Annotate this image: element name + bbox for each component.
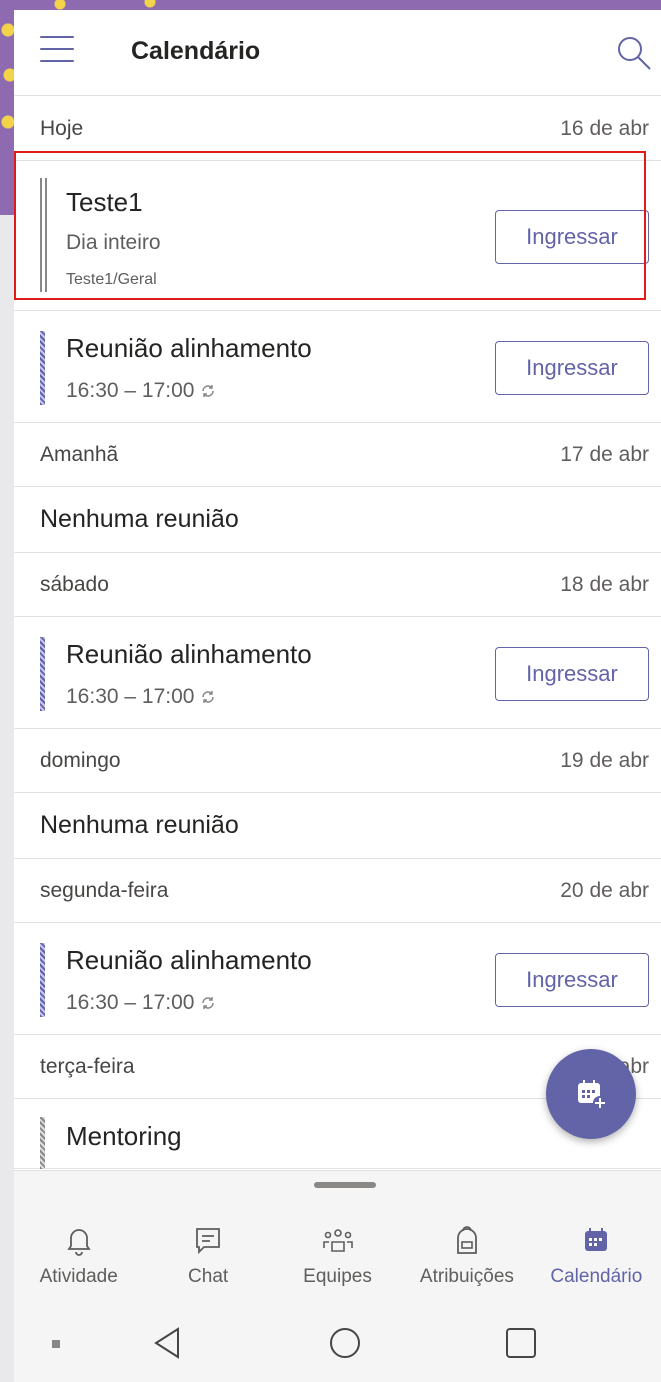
event-item-teste1[interactable]: Teste1 Dia inteiro Teste1/Geral Ingressa…	[14, 161, 661, 311]
recurring-icon	[202, 691, 215, 703]
day-date: 16 de abr	[560, 116, 649, 140]
day-date: 19 de abr	[560, 748, 649, 772]
teams-app-window: Calendário Hoje 16 de abr Teste1 Dia int…	[14, 10, 661, 1382]
home-icon[interactable]	[328, 1326, 362, 1360]
event-title: Teste1	[66, 187, 143, 217]
no-meeting-text: Nenhuma reunião	[14, 793, 661, 859]
page-title: Calendário	[131, 37, 261, 65]
join-button[interactable]: Ingressar	[495, 210, 649, 264]
day-label: domingo	[40, 748, 121, 772]
day-label: segunda-feira	[40, 878, 169, 902]
nav-item-chat[interactable]: Chat	[143, 1200, 272, 1304]
backpack-icon	[457, 1226, 477, 1254]
event-title: Reunião alinhamento	[66, 333, 312, 363]
day-date: 17 de abr	[560, 442, 649, 466]
event-color-bar	[40, 178, 47, 292]
day-label: sábado	[40, 572, 109, 596]
nav-label: Calendário	[550, 1266, 643, 1287]
nav-label: Chat	[188, 1266, 229, 1287]
event-color-bar	[40, 637, 45, 711]
chat-icon	[196, 1228, 221, 1255]
day-header-monday: segunda-feira 20 de abr	[14, 859, 661, 923]
event-time-text: 16:30 – 17:00	[66, 379, 195, 402]
day-label: terça-feira	[40, 1054, 135, 1078]
event-color-bar	[40, 943, 45, 1017]
event-duration: Dia inteiro	[66, 231, 161, 254]
event-channel: Teste1/Geral	[66, 271, 157, 288]
day-date: 20 de abr	[560, 878, 649, 902]
event-time-text: 16:30 – 17:00	[66, 685, 195, 708]
bottom-sheet-handle-area[interactable]	[14, 1170, 661, 1200]
join-button[interactable]: Ingressar	[495, 341, 649, 395]
day-header-sunday: domingo 19 de abr	[14, 729, 661, 793]
nav-item-teams[interactable]: Equipes	[273, 1200, 402, 1304]
event-time: 16:30 – 17:00	[66, 991, 216, 1015]
event-title: Mentoring	[66, 1121, 182, 1151]
recurring-icon	[202, 385, 215, 397]
back-icon[interactable]	[152, 1326, 184, 1360]
event-color-bar	[40, 331, 45, 405]
nav-item-assignments[interactable]: Atribuições	[402, 1200, 531, 1304]
event-time-text: 16:30 – 17:00	[66, 991, 195, 1014]
event-item-reuniao[interactable]: Reunião alinhamento 16:30 – 17:00 Ingres…	[14, 617, 661, 729]
event-color-bar	[40, 1117, 45, 1169]
day-label: Hoje	[40, 116, 84, 140]
event-item-reuniao[interactable]: Reunião alinhamento 16:30 – 17:00 Ingres…	[14, 311, 661, 423]
event-time: 16:30 – 17:00	[66, 685, 216, 709]
nav-label: Equipes	[303, 1266, 372, 1287]
nav-item-activity[interactable]: Atividade	[14, 1200, 143, 1304]
search-icon[interactable]	[615, 34, 653, 72]
overview-icon[interactable]	[504, 1326, 538, 1360]
event-title: Reunião alinhamento	[66, 639, 312, 669]
event-title: Reunião alinhamento	[66, 945, 312, 975]
event-item-reuniao[interactable]: Reunião alinhamento 16:30 – 17:00 Ingres…	[14, 923, 661, 1035]
new-meeting-button[interactable]	[546, 1049, 636, 1139]
event-time: 16:30 – 17:00	[66, 379, 216, 403]
new-meeting-calendar-icon	[578, 1080, 607, 1110]
day-header-today: Hoje 16 de abr	[14, 97, 661, 161]
day-header-saturday: sábado 18 de abr	[14, 553, 661, 617]
no-meeting-text: Nenhuma reunião	[14, 487, 661, 553]
nav-label: Atribuições	[419, 1266, 514, 1287]
teams-icon	[322, 1229, 353, 1252]
drag-handle[interactable]	[314, 1182, 376, 1188]
event-subtitle: Dia inteiro	[66, 231, 161, 255]
nav-item-calendar[interactable]: Calendário	[532, 1200, 661, 1304]
recent-apps-dot-icon[interactable]	[52, 1340, 60, 1348]
day-date: 18 de abr	[560, 572, 649, 596]
bottom-navigation: Atividade Chat Equipes Atribuições Calen…	[14, 1200, 661, 1304]
join-button[interactable]: Ingressar	[495, 647, 649, 701]
app-header: Calendário	[14, 10, 661, 96]
day-header-tomorrow: Amanhã 17 de abr	[14, 423, 661, 487]
recurring-icon	[202, 997, 215, 1009]
join-button[interactable]: Ingressar	[495, 953, 649, 1007]
calendar-icon	[585, 1228, 608, 1251]
bell-icon	[67, 1229, 91, 1256]
hamburger-menu-icon[interactable]	[40, 36, 74, 64]
agenda-list: Hoje 16 de abr Teste1 Dia inteiro Teste1…	[14, 97, 661, 1169]
day-label: Amanhã	[40, 442, 119, 466]
android-system-bar	[14, 1304, 661, 1382]
nav-label: Atividade	[39, 1266, 118, 1287]
